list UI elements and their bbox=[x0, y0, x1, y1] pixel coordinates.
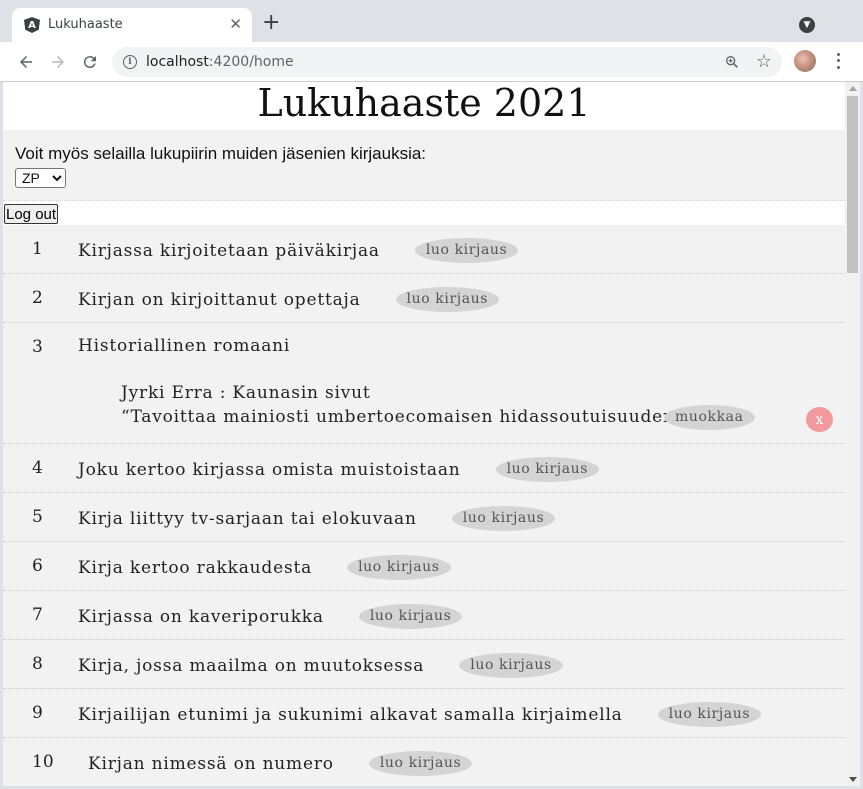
create-entry-button[interactable]: luo kirjaus bbox=[657, 702, 762, 727]
create-entry-button[interactable]: luo kirjaus bbox=[414, 238, 519, 263]
challenge-number: 5 bbox=[32, 507, 43, 527]
logout-row: Log out bbox=[3, 200, 845, 225]
challenge-number: 8 bbox=[32, 654, 43, 674]
challenge-number: 3 bbox=[32, 337, 43, 357]
challenge-title: Kirjan nimessä on numero bbox=[88, 753, 334, 774]
logout-button[interactable]: Log out bbox=[4, 204, 59, 224]
challenge-row: 3 Historiallinen romaani Jyrki Erra : Ka… bbox=[3, 323, 845, 444]
challenge-row: 5 Kirja liittyy tv-sarjaan tai elokuvaan… bbox=[3, 493, 845, 542]
challenge-title: Kirjassa on kaveriporukka bbox=[78, 606, 324, 627]
browser-tab[interactable]: A Lukuhaaste ✕ bbox=[12, 8, 252, 42]
url-path: :4200/home bbox=[208, 54, 294, 70]
challenge-title: Kirja kertoo rakkaudesta bbox=[78, 557, 313, 578]
profile-avatar[interactable] bbox=[794, 50, 816, 72]
challenge-title: Kirjailijan etunimi ja sukunimi alkavat … bbox=[78, 704, 623, 725]
page-title: Lukuhaaste 2021 bbox=[257, 82, 591, 125]
zoom-icon[interactable] bbox=[724, 54, 740, 70]
create-entry-button[interactable]: luo kirjaus bbox=[358, 604, 463, 629]
page-scrollbar[interactable] bbox=[845, 82, 860, 786]
url-host: localhost bbox=[146, 54, 209, 70]
challenge-row: 7 Kirjassa on kaveriporukka luo kirjaus bbox=[3, 591, 845, 640]
challenge-number: 7 bbox=[32, 605, 43, 625]
challenge-title: Kirja liittyy tv-sarjaan tai elokuvaan bbox=[78, 508, 417, 529]
challenge-row: 2 Kirjan on kirjoittanut opettaja luo ki… bbox=[3, 274, 845, 323]
challenge-row: 4 Joku kertoo kirjassa omista muistoista… bbox=[3, 444, 845, 493]
page-viewport: Lukuhaaste 2021 Voit myös selailla lukup… bbox=[3, 82, 845, 786]
create-entry-button[interactable]: luo kirjaus bbox=[459, 653, 563, 678]
tab-search-chevron-icon[interactable]: ▼ bbox=[799, 17, 815, 33]
angular-favicon-icon: A bbox=[24, 17, 40, 33]
create-entry-button[interactable]: luo kirjaus bbox=[368, 751, 473, 776]
browser-chrome: A Lukuhaaste ✕ + ▼ i localhost:4200/home… bbox=[0, 0, 863, 82]
new-tab-plus-icon[interactable]: + bbox=[262, 12, 280, 34]
tab-close-icon[interactable]: ✕ bbox=[229, 15, 242, 33]
create-entry-button[interactable]: luo kirjaus bbox=[495, 457, 600, 482]
url-text[interactable]: localhost:4200/home bbox=[146, 54, 294, 70]
scroll-up-arrow-icon[interactable] bbox=[849, 86, 857, 91]
challenge-number: 10 bbox=[32, 752, 54, 772]
address-bar[interactable]: i localhost:4200/home ☆ bbox=[112, 47, 782, 77]
scroll-down-arrow-icon[interactable] bbox=[849, 777, 857, 782]
challenge-number: 1 bbox=[32, 239, 43, 259]
challenge-number: 2 bbox=[32, 288, 43, 308]
challenge-list: 1 Kirjassa kirjoitetaan päiväkirjaa luo … bbox=[3, 225, 845, 786]
create-entry-button[interactable]: luo kirjaus bbox=[451, 506, 556, 531]
tab-strip: A Lukuhaaste ✕ + ▼ bbox=[0, 0, 863, 42]
challenge-number: 6 bbox=[32, 556, 43, 576]
back-arrow-icon[interactable] bbox=[14, 50, 38, 74]
site-info-icon[interactable]: i bbox=[123, 55, 137, 69]
challenge-title: Kirjan on kirjoittanut opettaja bbox=[78, 289, 361, 310]
member-browse-section: Voit myös selailla lukupiirin muiden jäs… bbox=[3, 130, 845, 200]
challenge-row: 8 Kirja, jossa maailma on muutoksessa lu… bbox=[3, 640, 845, 689]
challenge-number: 9 bbox=[32, 703, 43, 723]
challenge-title: Joku kertoo kirjassa omista muistoistaan bbox=[78, 459, 461, 480]
member-browse-label: Voit myös selailla lukupiirin muiden jäs… bbox=[15, 144, 427, 163]
scrollbar-thumb[interactable] bbox=[847, 96, 858, 273]
challenge-title: Historiallinen romaani bbox=[78, 336, 291, 356]
browser-menu-icon[interactable] bbox=[830, 51, 846, 71]
challenge-row: 6 Kirja kertoo rakkaudesta luo kirjaus bbox=[3, 542, 845, 591]
create-entry-button[interactable]: luo kirjaus bbox=[347, 555, 451, 580]
bookmark-star-icon[interactable]: ☆ bbox=[756, 51, 772, 72]
tab-title: Lukuhaaste bbox=[48, 17, 123, 32]
edit-entry-button[interactable]: muokkaa bbox=[664, 405, 755, 430]
challenge-number: 4 bbox=[32, 458, 43, 478]
challenge-title: Kirjassa kirjoitetaan päiväkirjaa bbox=[78, 240, 380, 261]
forward-arrow-icon[interactable] bbox=[46, 50, 70, 74]
create-entry-button[interactable]: luo kirjaus bbox=[395, 287, 500, 312]
delete-entry-button[interactable]: x bbox=[806, 407, 833, 432]
reload-icon[interactable] bbox=[78, 50, 102, 74]
challenge-row: 1 Kirjassa kirjoitetaan päiväkirjaa luo … bbox=[3, 225, 845, 274]
entry-author-book: Jyrki Erra : Kaunasin sivut bbox=[121, 383, 371, 403]
challenge-row: 10 Kirjan nimessä on numero luo kirjaus bbox=[3, 738, 845, 786]
challenge-title: Kirja, jossa maailma on muutoksessa bbox=[78, 655, 425, 676]
browser-toolbar: i localhost:4200/home ☆ bbox=[0, 42, 863, 82]
member-select[interactable]: ZP bbox=[15, 168, 66, 188]
entry-quote: “Tavoittaa mainiosti umbertoecomaisen hi… bbox=[121, 407, 691, 427]
challenge-row: 9 Kirjailijan etunimi ja sukunimi alkava… bbox=[3, 689, 845, 738]
